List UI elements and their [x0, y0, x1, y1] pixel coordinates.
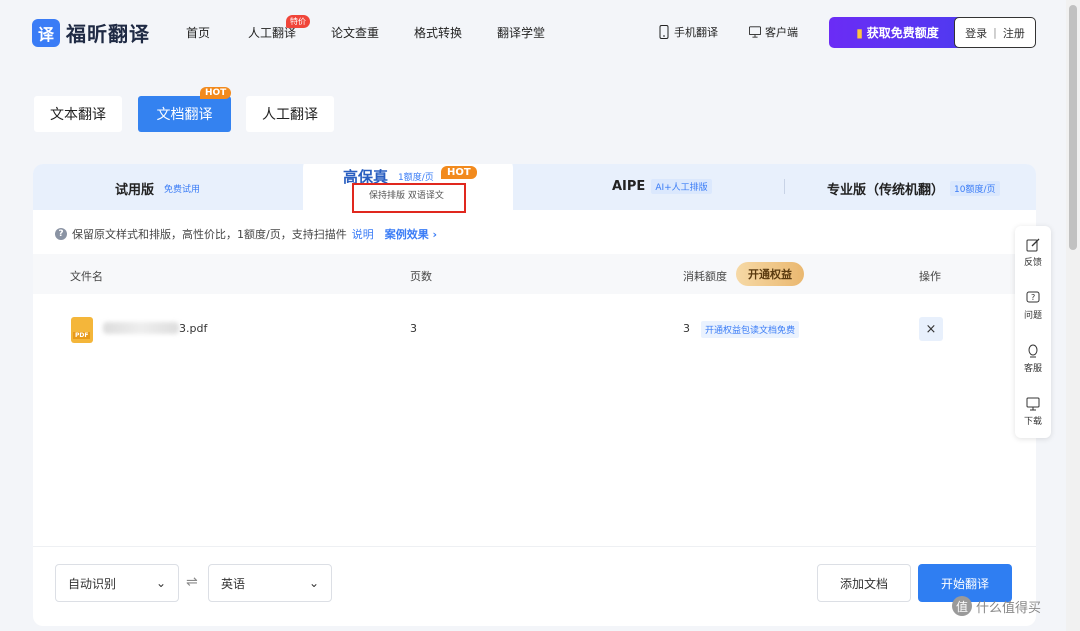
monitor-icon	[1026, 397, 1040, 411]
document-panel: 试用版 免费试用 高保真 1额度/页 HOT 保持排版 双语译文 AIPE AI…	[33, 164, 1036, 626]
chevron-down-icon: ⌄	[155, 576, 166, 590]
login-register-button[interactable]: 登录 | 注册	[954, 17, 1036, 48]
cost-value: 3	[683, 322, 690, 335]
side-faq[interactable]: ? 问题	[1015, 291, 1051, 321]
side-support[interactable]: 客服	[1015, 344, 1051, 374]
side-download[interactable]: 下载	[1015, 397, 1051, 427]
explain-link[interactable]: 说明	[352, 226, 374, 242]
pdf-icon: PDF	[71, 317, 93, 343]
highlight-box	[352, 183, 466, 213]
swap-icon[interactable]: ⇌	[186, 574, 198, 590]
get-free-quota-button[interactable]: ▮ 获取免费额度	[829, 17, 966, 48]
tier-aipe-label: AIPE	[612, 179, 646, 194]
delete-file-button[interactable]: ×	[919, 317, 943, 341]
tier-aipe[interactable]: AIPE AI+人工排版	[612, 179, 712, 194]
tier-pro[interactable]: 专业版（传统机翻） 10额度/页	[827, 179, 1000, 198]
nav-human-translation-label: 人工翻译	[248, 26, 297, 40]
scroll-thumb[interactable]	[1069, 5, 1077, 250]
logo-icon: 译	[32, 18, 60, 47]
chevron-down-icon: ⌄	[308, 576, 319, 590]
unlock-benefits-button[interactable]: 开通权益	[736, 262, 804, 286]
side-toolbar: 反馈 ? 问题 客服 下载	[1015, 226, 1051, 438]
get-free-quota-label: 获取免费额度	[866, 26, 939, 40]
side-feedback-label: 反馈	[1023, 258, 1042, 268]
tier-divider	[784, 179, 785, 194]
target-language-value: 英语	[221, 576, 246, 591]
blurred-filename	[103, 322, 179, 334]
col-cost: 消耗额度	[683, 270, 727, 283]
tier-info: ? 保留原文样式和排版，高性价比，1额度/页，支持扫描件 说明 案例效果 ›	[55, 226, 437, 242]
side-faq-label: 问题	[1023, 311, 1042, 321]
target-language-select[interactable]: 英语 ⌄	[208, 564, 332, 602]
tier-pro-sub: 10额度/页	[950, 181, 1000, 196]
case-link[interactable]: 案例效果 ›	[385, 226, 437, 242]
watermark-text: 什么值得买	[976, 600, 1042, 616]
nav-format-convert[interactable]: 格式转换	[414, 24, 462, 41]
col-actions: 操作	[919, 270, 941, 283]
help-icon: ?	[55, 228, 67, 240]
hifi-hot-badge: HOT	[441, 166, 477, 179]
source-language-value: 自动识别	[68, 576, 117, 591]
page-count: 3	[410, 322, 417, 335]
divider: |	[993, 26, 997, 39]
side-support-label: 客服	[1023, 364, 1042, 374]
tab-human-translation[interactable]: 人工翻译	[246, 96, 334, 132]
nav-human-translation[interactable]: 人工翻译 特价	[248, 15, 310, 41]
nav-desktop-label: 客户端	[765, 26, 798, 39]
nav-academy[interactable]: 翻译学堂	[497, 24, 545, 41]
gift-icon: ▮	[856, 25, 863, 40]
question-icon: ?	[1026, 291, 1040, 303]
svg-text:?: ?	[1031, 293, 1035, 302]
monitor-icon	[749, 26, 761, 38]
divider	[33, 546, 1036, 547]
watermark-icon: 值	[952, 596, 972, 616]
nav-mobile-label: 手机翻译	[674, 26, 718, 39]
tier-trial[interactable]: 试用版 免费试用	[115, 179, 204, 198]
side-download-label: 下载	[1023, 417, 1042, 427]
hot-badge: HOT	[200, 87, 232, 99]
file-name: 3.pdf	[179, 322, 208, 335]
brand-logo[interactable]: 译 福昕翻译	[32, 18, 150, 47]
case-link-label: 案例效果	[384, 228, 429, 241]
brand-name: 福昕翻译	[66, 22, 150, 46]
add-document-button[interactable]: 添加文档	[817, 564, 911, 602]
page-scrollbar[interactable]	[1066, 0, 1080, 631]
nav-mobile-translate[interactable]: 手机翻译	[658, 24, 718, 40]
chat-icon	[1028, 344, 1038, 358]
col-pages: 页数	[410, 270, 432, 283]
nav-home[interactable]: 首页	[186, 24, 210, 41]
tab-document-translation[interactable]: 文档翻译	[138, 96, 231, 132]
edit-icon	[1026, 238, 1040, 252]
sale-badge: 特价	[286, 15, 310, 28]
phone-icon	[659, 25, 669, 39]
register-link[interactable]: 注册	[1003, 25, 1025, 41]
side-feedback[interactable]: 反馈	[1015, 238, 1051, 268]
tab-text-translation[interactable]: 文本翻译	[34, 96, 122, 132]
tier-trial-sub: 免费试用	[164, 185, 201, 195]
tier-hifi-sub: 1额度/页	[398, 173, 434, 183]
source-language-select[interactable]: 自动识别 ⌄	[55, 564, 179, 602]
nav-desktop-client[interactable]: 客户端	[749, 24, 798, 40]
tier-aipe-sub: AI+人工排版	[651, 179, 712, 194]
login-link[interactable]: 登录	[965, 25, 987, 41]
table-header	[33, 254, 1036, 294]
info-text: 保留原文样式和排版，高性价比，1额度/页，支持扫描件	[72, 228, 347, 241]
benefit-tag[interactable]: 开通权益包读文档免费	[701, 321, 800, 338]
top-nav: 译 福昕翻译 首页 人工翻译 特价 论文查重 格式转换 翻译学堂 手机翻译 客户…	[0, 0, 1066, 64]
tier-trial-label: 试用版	[115, 183, 155, 198]
col-filename: 文件名	[70, 270, 103, 283]
pdf-label: PDF	[73, 332, 91, 339]
watermark: 值 什么值得买	[952, 596, 1041, 616]
nav-plagiarism[interactable]: 论文查重	[331, 24, 379, 41]
tier-pro-label: 专业版（传统机翻）	[827, 183, 945, 198]
